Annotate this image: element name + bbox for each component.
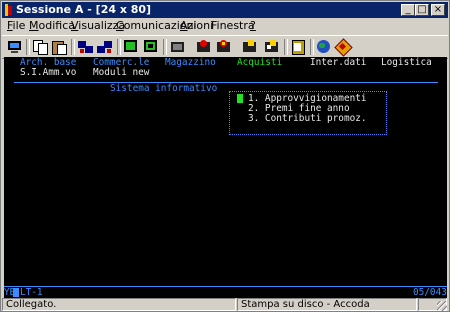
oia-left-suffix: LT-1 [20,287,43,298]
menu-file[interactable]: File [7,19,25,33]
menu-acquisti[interactable]: Acquisti [237,57,282,69]
stop-macro-icon[interactable] [216,39,232,54]
section-title: Sistema informativo [110,83,218,94]
oia-cursor [13,288,19,297]
oia-line [4,286,447,298]
menu-help[interactable]: ? [250,19,256,33]
app-icon [5,4,12,16]
terminal-screen[interactable]: Arch. base Commerc.le Magazzino Acquisti… [4,57,447,298]
record-macro-icon[interactable] [196,39,212,54]
macro-icon[interactable] [170,39,186,54]
clipboard-icon[interactable] [290,39,306,55]
close-button[interactable]: × [431,4,445,16]
play-alt-icon[interactable] [264,39,280,54]
toolbar [2,35,448,59]
minimize-button[interactable]: _ [401,4,415,16]
status-bar: Collegato. Stampa su disco - Accoda [2,298,448,312]
input-cursor [237,94,243,103]
help-icon[interactable] [334,38,353,57]
status-connection: Collegato. [2,298,236,311]
print-screen-icon[interactable] [7,39,23,54]
separator-line [14,82,438,83]
maximize-button[interactable]: □ [415,4,429,16]
emulator-window: Sessione A - [24 x 80] _ □ × File Modifi… [0,0,450,312]
menu-finestra[interactable]: Finestra [211,19,255,33]
menu-siammvo[interactable]: S.I.Amm.vo [20,67,76,79]
copy-icon[interactable] [32,39,48,55]
menu-logistica[interactable]: Logistica [381,57,432,69]
display-icon[interactable] [123,39,139,54]
cursor-position: 05/043 [413,287,447,298]
menu-moduli-new[interactable]: Moduli new [93,67,149,79]
resize-grip[interactable] [437,301,447,311]
window-title: Sessione A - [24 x 80] [16,3,152,16]
title-bar[interactable]: Sessione A - [24 x 80] _ □ × [2,2,448,18]
menu-modifica[interactable]: Modifica [29,19,75,33]
paste-icon[interactable] [51,39,67,55]
send-file-icon[interactable] [78,39,94,54]
menu-inter-dati[interactable]: Inter.dati [310,57,366,69]
play-macro-icon[interactable] [242,39,258,54]
receive-file-icon[interactable] [97,39,113,54]
display-alt-icon[interactable] [143,39,159,54]
menu-azioni[interactable]: Azioni [180,19,213,33]
menu-magazzino[interactable]: Magazzino [165,57,216,69]
globe-icon[interactable] [316,39,332,54]
option-contributi-promoz[interactable]: 3. Contributi promoz. [248,113,367,125]
status-print: Stampa su disco - Accoda [237,298,417,311]
